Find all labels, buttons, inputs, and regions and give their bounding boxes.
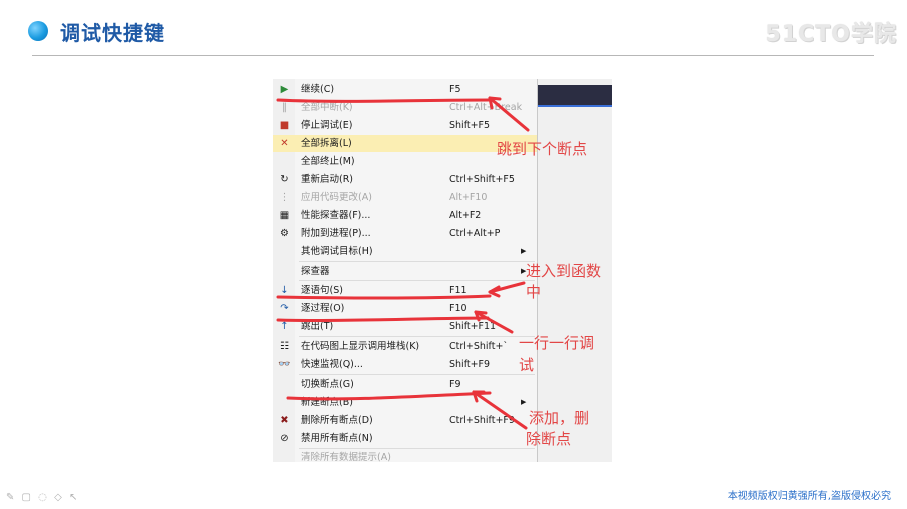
brand-logo: 51CTO学院 (765, 22, 897, 47)
menu-item-label: 探查器 (301, 266, 330, 277)
menu-item-shortcut: Ctrl+Alt+Break (449, 102, 523, 113)
menu-item-clear-all-datatips[interactable]: 清除所有数据提示(A) (273, 449, 537, 462)
menu-item-step-over[interactable]: ↷ 逐过程(O) F10 (273, 300, 537, 317)
menu-item-other-debug-targets[interactable]: 其他调试目标(H) ▶ (273, 243, 537, 260)
menu-separator (299, 374, 535, 375)
menu-item-stop-debugging[interactable]: ■ 停止调试(E) Shift+F5 (273, 117, 537, 134)
debug-menu: ▶ 继续(C) F5 ‖ 全部中断(K) Ctrl+Alt+Break ■ 停止… (273, 79, 538, 462)
title-divider (32, 55, 874, 56)
menu-item-shortcut: F11 (449, 285, 467, 296)
menu-item-shortcut: Alt+F2 (449, 210, 482, 221)
menu-item-quick-watch[interactable]: 👓 快速监视(Q)... Shift+F9 (273, 356, 537, 373)
annotation-step-over-line1: 一行一行调 (519, 334, 595, 352)
menu-item-shortcut: F10 (449, 303, 467, 314)
menu-item-apply-code-changes[interactable]: ⋮ 应用代码更改(A) Alt+F10 (273, 189, 537, 206)
menu-item-label: 附加到进程(P)... (301, 228, 371, 239)
annotation-breakpoint-line1: 添加，删 (529, 409, 590, 427)
glasses-icon: 👓 (278, 359, 291, 370)
copyright-notice: 本视频版权归黄强所有,盗版侵权必究 (727, 491, 891, 502)
menu-item-label: 全部终止(M) (301, 156, 355, 167)
annotation-breakpoint-line2: 除断点 (526, 430, 572, 448)
play-icon: ▶ (280, 84, 289, 95)
submenu-arrow-icon: ▶ (521, 398, 527, 406)
menu-item-shortcut: Shift+F9 (449, 359, 491, 370)
presenter-toolbar[interactable]: ✎ ▢ ◌ ◇ ↖ (6, 492, 79, 503)
menu-item-show-call-stack-on-code-map[interactable]: ☷ 在代码图上显示调用堆栈(K) Ctrl+Shift+` (273, 338, 537, 355)
menu-item-new-breakpoint[interactable]: 新建断点(B) ▶ (273, 394, 537, 411)
editor-tab-accent (537, 105, 612, 107)
annotation-step-into-line2: 中 (526, 283, 542, 301)
menu-item-delete-all-breakpoints[interactable]: ✖ 删除所有断点(D) Ctrl+Shift+F9 (273, 412, 537, 429)
menu-item-shortcut: Ctrl+Alt+P (449, 228, 501, 239)
menu-item-label: 重新启动(R) (301, 174, 354, 185)
menu-item-toggle-breakpoint[interactable]: 切换断点(G) F9 (273, 376, 537, 393)
menu-item-shortcut: Shift+F5 (449, 120, 491, 131)
restart-icon: ↻ (280, 174, 289, 185)
menu-item-shortcut: Ctrl+Shift+F5 (449, 174, 515, 185)
menu-item-attach-to-process[interactable]: ⚙ 附加到进程(P)... Ctrl+Alt+P (273, 225, 537, 242)
stop-icon: ■ (279, 120, 290, 131)
menu-item-label: 清除所有数据提示(A) (301, 452, 391, 462)
slide-title: 调试快捷键 (60, 21, 165, 45)
step-into-icon: ↓ (280, 285, 289, 296)
menu-item-label: 其他调试目标(H) (301, 246, 373, 257)
apply-changes-icon: ⋮ (279, 192, 290, 203)
detach-icon: ✕ (280, 138, 289, 149)
menu-separator (299, 261, 535, 262)
menu-item-label: 逐过程(O) (301, 303, 345, 314)
step-out-icon: ↑ (280, 321, 289, 332)
menu-item-shortcut: F5 (449, 84, 461, 95)
menu-item-shortcut: Ctrl+Shift+F9 (449, 415, 515, 426)
menu-item-step-out[interactable]: ↑ 跳出(T) Shift+F11 (273, 318, 537, 335)
menu-item-label: 全部拆离(L) (301, 138, 352, 149)
menu-item-restart[interactable]: ↻ 重新启动(R) Ctrl+Shift+F5 (273, 171, 537, 188)
annotation-next-breakpoint: 跳到下个断点 (497, 140, 588, 158)
menu-item-shortcut: Alt+F10 (449, 192, 488, 203)
disable-breakpoints-icon: ⊘ (280, 433, 289, 444)
menu-item-label: 新建断点(B) (301, 397, 353, 408)
menu-item-label: 删除所有断点(D) (301, 415, 373, 426)
menu-item-performance-profiler[interactable]: ▦ 性能探查器(F)... Alt+F2 (273, 207, 537, 224)
annotation-step-over-line2: 试 (519, 356, 535, 374)
editor-tab-bar (537, 85, 612, 105)
menu-item-shortcut: Shift+F11 (449, 321, 497, 332)
delete-breakpoints-icon: ✖ (280, 415, 289, 426)
menu-item-label: 在代码图上显示调用堆栈(K) (301, 341, 420, 352)
menu-separator (299, 336, 535, 337)
menu-item-shortcut: F9 (449, 379, 461, 390)
menu-item-label: 快速监视(Q)... (301, 359, 363, 370)
menu-item-shortcut: Ctrl+Shift+` (449, 341, 509, 352)
step-over-icon: ↷ (280, 303, 289, 314)
menu-separator (299, 280, 535, 281)
pause-icon: ‖ (282, 102, 287, 113)
menu-item-profiler[interactable]: 探查器 ▶ (273, 263, 537, 280)
menu-item-label: 性能探查器(F)... (301, 210, 371, 221)
menu-item-label: 全部中断(K) (301, 102, 353, 113)
menu-item-label: 切换断点(G) (301, 379, 354, 390)
menu-item-label: 逐语句(S) (301, 285, 343, 296)
menu-item-label: 禁用所有断点(N) (301, 433, 373, 444)
title-bullet-icon (28, 21, 48, 41)
annotation-step-into-line1: 进入到函数 (526, 262, 602, 280)
menu-item-label: 继续(C) (301, 84, 335, 95)
menu-item-disable-all-breakpoints[interactable]: ⊘ 禁用所有断点(N) (273, 430, 537, 447)
menu-item-break-all[interactable]: ‖ 全部中断(K) Ctrl+Alt+Break (273, 99, 537, 116)
submenu-arrow-icon: ▶ (521, 247, 527, 255)
profiler-icon: ▦ (279, 210, 290, 221)
menu-item-label: 应用代码更改(A) (301, 192, 372, 203)
menu-item-step-into[interactable]: ↓ 逐语句(S) F11 (273, 282, 537, 299)
menu-item-label: 停止调试(E) (301, 120, 353, 131)
code-map-icon: ☷ (280, 341, 289, 352)
menu-item-label: 跳出(T) (301, 321, 334, 332)
menu-item-continue[interactable]: ▶ 继续(C) F5 (273, 81, 537, 98)
attach-icon: ⚙ (280, 228, 289, 239)
